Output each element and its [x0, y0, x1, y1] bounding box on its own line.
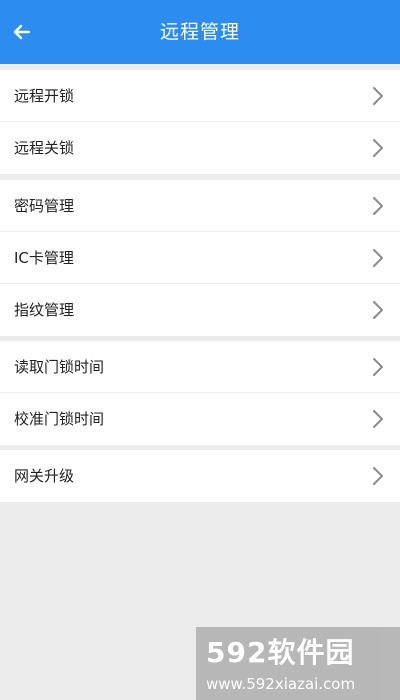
menu-item-password-management[interactable]: 密码管理	[0, 180, 400, 232]
menu-item-ic-card-management[interactable]: IC卡管理	[0, 232, 400, 284]
menu-item-label: 密码管理	[14, 197, 75, 215]
menu-item-label: IC卡管理	[14, 249, 74, 267]
menu-group-lock-time: 读取门锁时间 校准门锁时间	[0, 341, 400, 445]
menu-item-fingerprint-management[interactable]: 指纹管理	[0, 284, 400, 336]
menu-item-remote-lock[interactable]: 远程关锁	[0, 122, 400, 174]
chevron-right-icon	[373, 358, 383, 376]
page-title: 远程管理	[159, 21, 240, 43]
menu-item-remote-unlock[interactable]: 远程开锁	[0, 70, 400, 122]
menu-group-credentials: 密码管理 IC卡管理 指纹管理	[0, 180, 400, 336]
menu-item-label: 读取门锁时间	[14, 358, 105, 376]
menu-group-lock-control: 远程开锁 远程关锁	[0, 70, 400, 174]
menu-item-label: 远程关锁	[14, 139, 75, 157]
menu-item-label: 远程开锁	[14, 87, 75, 105]
app-screen: 远程管理 远程开锁 远程关锁 密码管理 IC卡管理 指纹管理 读取门锁时间 校准…	[0, 0, 400, 700]
menu-item-gateway-upgrade[interactable]: 网关升级	[0, 450, 400, 502]
top-app-bar: 远程管理	[0, 0, 400, 64]
menu-item-label: 指纹管理	[14, 301, 75, 319]
watermark-brand: 592软件园	[206, 636, 355, 669]
menu-item-label: 网关升级	[14, 467, 75, 485]
menu-item-calibrate-lock-time[interactable]: 校准门锁时间	[0, 393, 400, 445]
chevron-right-icon	[373, 301, 383, 319]
chevron-right-icon	[373, 197, 383, 215]
watermark-url: www.592xiazai.com	[206, 675, 356, 693]
menu-item-read-lock-time[interactable]: 读取门锁时间	[0, 341, 400, 393]
chevron-right-icon	[373, 467, 383, 485]
chevron-right-icon	[373, 249, 383, 267]
menu-item-label: 校准门锁时间	[14, 410, 105, 428]
chevron-right-icon	[373, 87, 383, 105]
chevron-right-icon	[373, 139, 383, 157]
site-watermark: 592软件园 www.592xiazai.com	[196, 627, 400, 700]
menu-group-gateway: 网关升级	[0, 450, 400, 502]
chevron-right-icon	[373, 410, 383, 428]
